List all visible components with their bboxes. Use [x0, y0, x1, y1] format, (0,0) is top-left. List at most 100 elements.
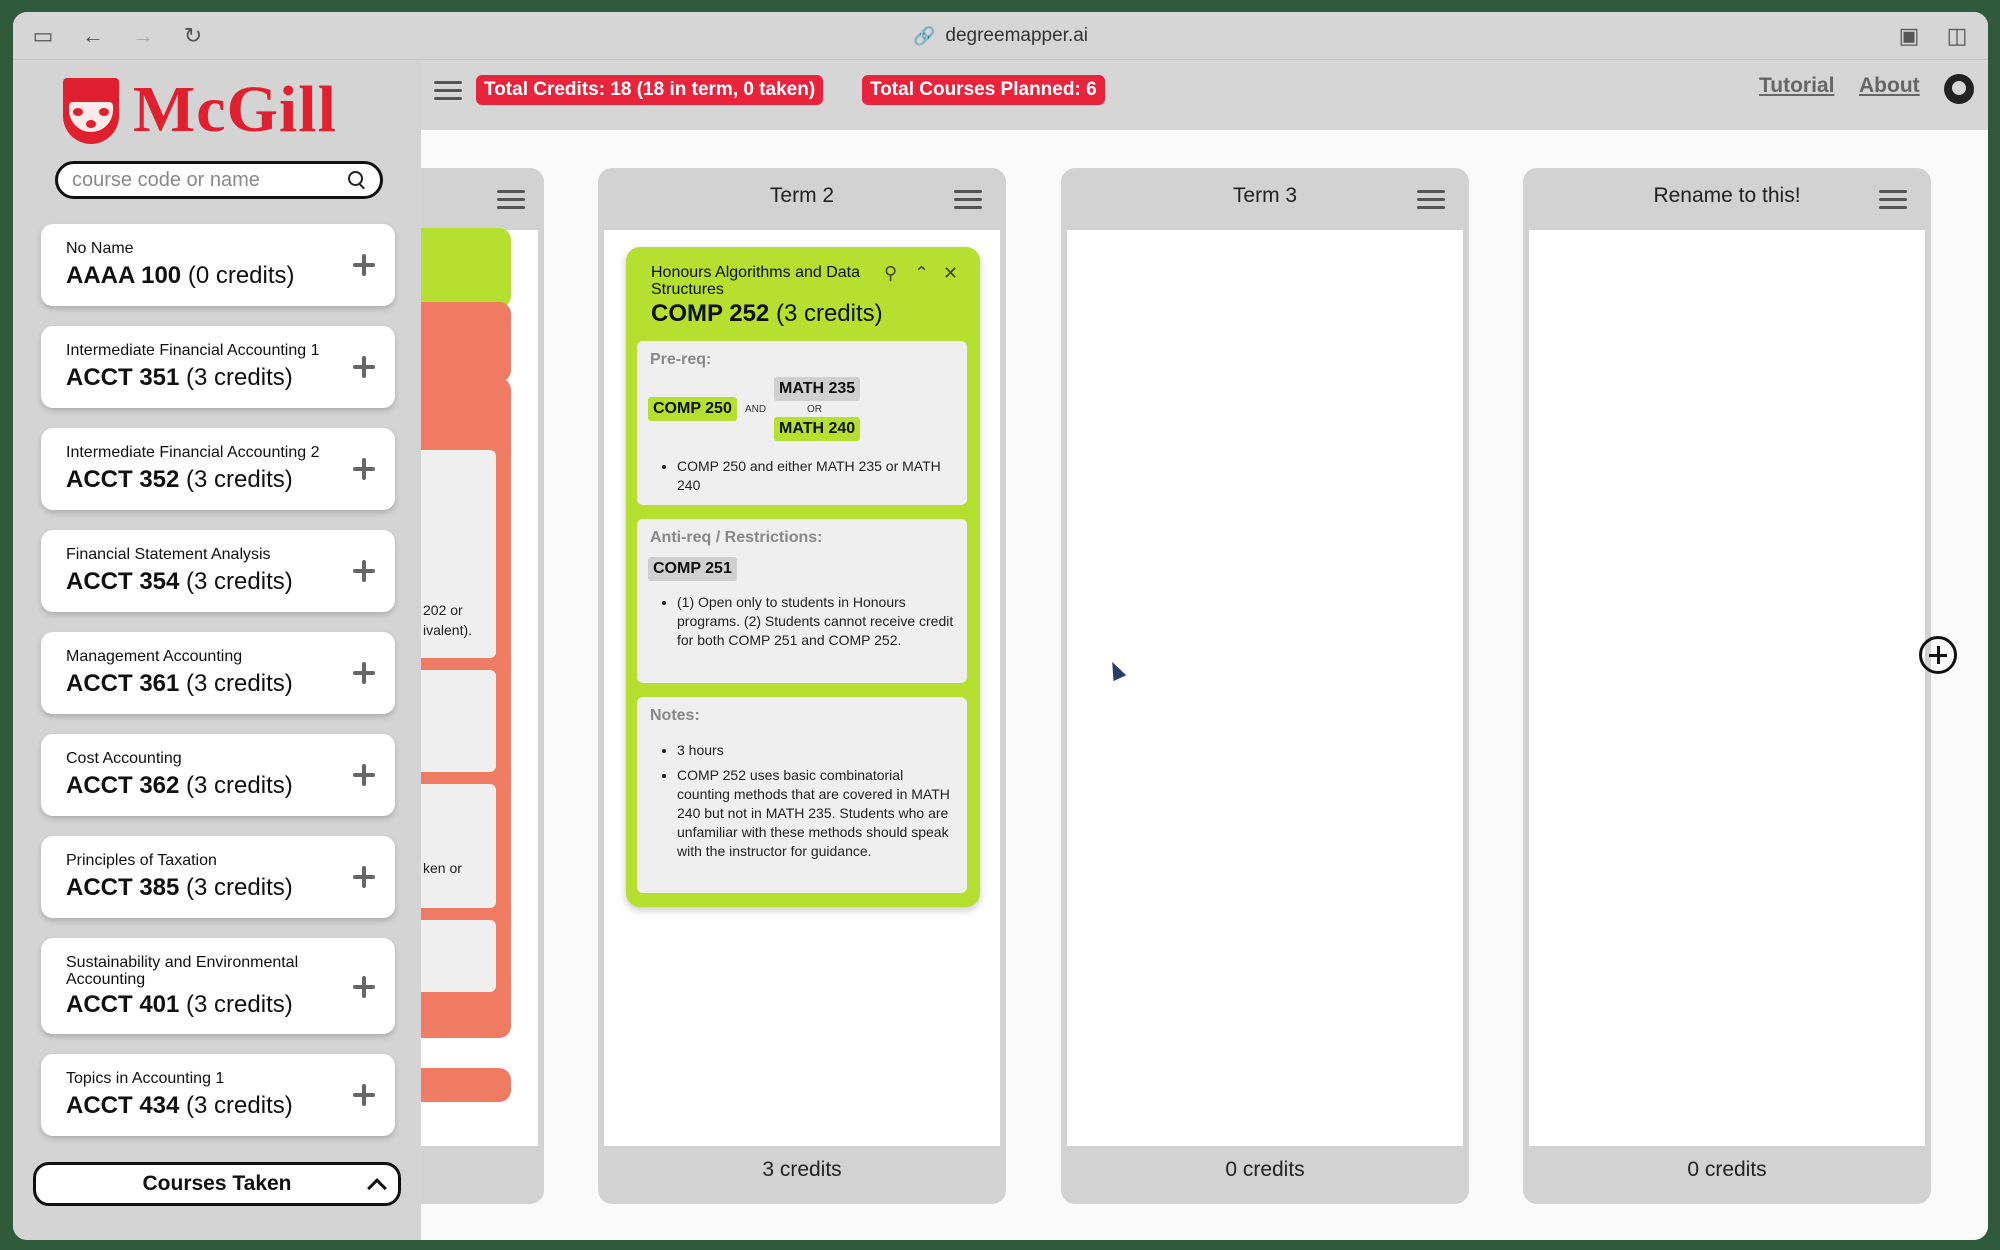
add-course-icon[interactable]	[353, 662, 375, 684]
browser-window: ▭ ← → ↻ 🔗 degreemapper.ai ▣ ◫ Total Credi…	[13, 12, 1988, 1240]
course-code: ACCT 352	[66, 466, 180, 493]
link-icon: 🔗	[912, 25, 936, 46]
chevron-up-icon	[367, 1178, 387, 1198]
course-list-item[interactable]: Management Accounting ACCT 361 (3 credit…	[41, 632, 395, 714]
course-code-line: ACCT 385 (3 credits)	[66, 874, 293, 902]
add-course-icon[interactable]	[353, 356, 375, 378]
section-heading: Pre-req:	[650, 351, 712, 368]
course-list-item[interactable]: No Name AAAA 100 (0 credits)	[41, 224, 395, 306]
partial-text: ivalent).	[423, 622, 473, 638]
course-list-item[interactable]: Topics in Accounting 1 ACCT 434 (3 credi…	[41, 1054, 395, 1136]
shield-icon	[63, 78, 119, 144]
section-heading: Notes:	[650, 707, 700, 724]
search-input[interactable]	[72, 168, 332, 192]
course-code: ACCT 362	[66, 772, 180, 799]
address-bar[interactable]: 🔗 degreemapper.ai	[13, 12, 1988, 60]
sidebar: McGill No Name AAAA 100 (0 credits) Inte…	[13, 60, 421, 1240]
prereq-pill[interactable]: MATH 235	[774, 377, 861, 401]
course-name: Financial Statement Analysis	[66, 546, 271, 563]
prereq-pill[interactable]: COMP 250	[648, 397, 737, 421]
tutorial-link[interactable]: Tutorial	[1759, 74, 1834, 98]
course-code-line: AAAA 100 (0 credits)	[66, 262, 295, 290]
course-name: Intermediate Financial Accounting 2	[66, 444, 320, 461]
course-name: Principles of Taxation	[66, 852, 217, 869]
term-menu-icon[interactable]	[954, 190, 982, 210]
antireq-pill[interactable]: COMP 251	[648, 557, 737, 581]
term-title[interactable]: Rename to this!	[1523, 184, 1931, 208]
course-code: ACCT 354	[66, 568, 180, 595]
term-title[interactable]: Term 3	[1061, 184, 1469, 208]
courses-taken-button[interactable]: Courses Taken	[33, 1162, 401, 1206]
term-body	[1529, 230, 1925, 1146]
chevron-up-icon[interactable]: ⌃	[914, 263, 929, 284]
course-card-partial[interactable]	[421, 1068, 511, 1102]
course-credits: (3 credits)	[186, 991, 293, 1018]
course-name: No Name	[66, 240, 134, 257]
antireq-section: Anti-req / Restrictions: COMP 251 (1) Op…	[637, 519, 967, 683]
add-course-icon[interactable]	[353, 560, 375, 582]
course-list-item[interactable]: Financial Statement Analysis ACCT 354 (3…	[41, 530, 395, 612]
course-list-item[interactable]: Principles of Taxation ACCT 385 (3 credi…	[41, 836, 395, 918]
term-title[interactable]: Term 2	[598, 184, 1006, 208]
term-body	[1067, 230, 1463, 1146]
course-credits: (3 credits)	[186, 1092, 293, 1119]
close-icon[interactable]: ✕	[943, 263, 958, 284]
course-list-item[interactable]: Intermediate Financial Accounting 2 ACCT…	[41, 428, 395, 510]
course-code-line: ACCT 352 (3 credits)	[66, 466, 293, 494]
course-card-comp-252[interactable]: Honours Algorithms and Data Structures ⚲…	[626, 247, 980, 907]
section: ken or	[421, 784, 496, 908]
course-list-item[interactable]: Intermediate Financial Accounting 1 ACCT…	[41, 326, 395, 408]
courses-taken-label: Courses Taken	[142, 1172, 292, 1195]
split-view-icon[interactable]: ◫	[1945, 24, 1969, 48]
term-credits: 3 credits	[762, 1158, 842, 1181]
add-course-icon[interactable]	[353, 764, 375, 786]
partial-text: 202 or	[423, 602, 463, 618]
course-card-partial[interactable]: 202 or ivalent). ken or	[421, 378, 511, 1038]
term-menu-icon[interactable]	[497, 190, 525, 210]
course-code: ACCT 401	[66, 991, 180, 1018]
prereq-pill[interactable]: MATH 240	[774, 417, 861, 441]
about-link[interactable]: About	[1859, 74, 1920, 98]
course-list-item[interactable]: Sustainability and Environmental Account…	[41, 938, 395, 1034]
total-courses-badge: Total Courses Planned: 6	[862, 75, 1105, 105]
prereq-note: COMP 250 and either MATH 235 or MATH 240	[677, 457, 957, 495]
course-code-line: ACCT 361 (3 credits)	[66, 670, 293, 698]
course-list-item[interactable]: Cost Accounting ACCT 362 (3 credits)	[41, 734, 395, 816]
notes-section: Notes: 3 hours COMP 252 uses basic combi…	[637, 697, 967, 893]
course-name: Management Accounting	[66, 648, 243, 665]
term-column-3: Term 3 0 credits	[1061, 168, 1469, 1204]
logo-text: McGill	[133, 73, 337, 146]
course-card-partial[interactable]	[421, 302, 511, 382]
course-code: ACCT 385	[66, 874, 180, 901]
add-course-icon[interactable]	[353, 866, 375, 888]
add-course-icon[interactable]	[353, 976, 375, 998]
term-menu-icon[interactable]	[1417, 190, 1445, 210]
antireq-note: (1) Open only to students in Honours pro…	[677, 593, 957, 650]
search-icon[interactable]	[348, 171, 368, 191]
course-name: Intermediate Financial Accounting 1	[66, 342, 320, 359]
add-term-icon[interactable]	[1919, 636, 1957, 674]
section	[421, 670, 496, 772]
add-course-icon[interactable]	[353, 458, 375, 480]
extension-icon[interactable]: ▣	[1897, 24, 1921, 48]
course-credits: (3 credits)	[186, 364, 293, 391]
course-credits: (3 credits)	[186, 772, 293, 799]
course-credits: (3 credits)	[186, 670, 293, 697]
add-course-icon[interactable]	[353, 1084, 375, 1106]
pin-icon[interactable]: ⚲	[884, 263, 897, 284]
term-menu-icon[interactable]	[1879, 190, 1907, 210]
term-column-1: 202 or ivalent). ken or	[421, 168, 544, 1204]
add-course-icon[interactable]	[353, 254, 375, 276]
course-code-line: ACCT 401 (3 credits)	[66, 991, 293, 1019]
github-icon[interactable]	[1944, 74, 1974, 104]
course-code-line: ACCT 354 (3 credits)	[66, 568, 293, 596]
note-item: COMP 252 uses basic combinatorial counti…	[677, 766, 957, 861]
or-label: OR	[807, 404, 822, 415]
menu-icon[interactable]	[434, 81, 462, 101]
search-box	[55, 161, 383, 199]
course-credits: (3 credits)	[186, 568, 293, 595]
url-text: degreemapper.ai	[945, 25, 1089, 46]
course-code: ACCT 351	[66, 364, 180, 391]
course-card-partial[interactable]	[421, 228, 511, 308]
course-code-line: ACCT 434 (3 credits)	[66, 1092, 293, 1120]
